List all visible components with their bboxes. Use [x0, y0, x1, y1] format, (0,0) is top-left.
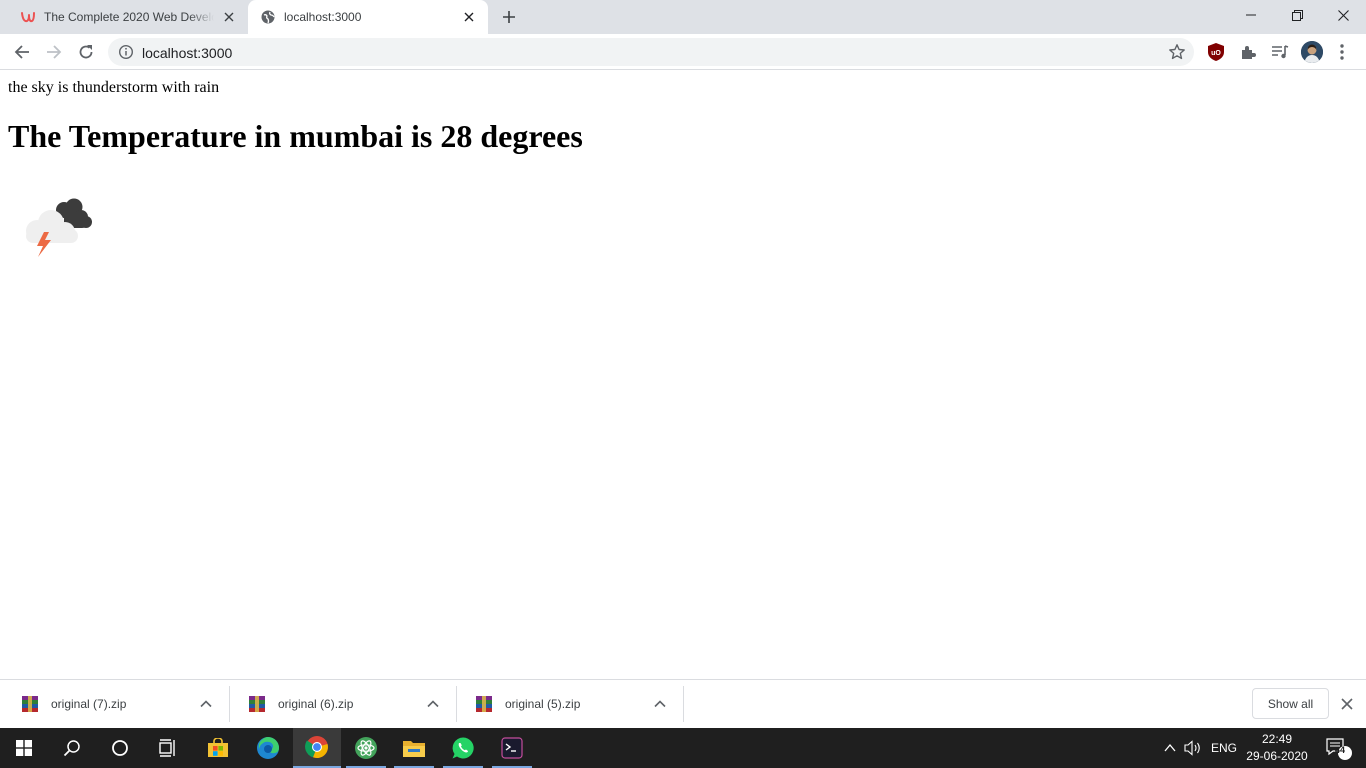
back-button[interactable]: [7, 37, 37, 67]
address-bar[interactable]: localhost:3000: [108, 38, 1194, 66]
chevron-up-icon[interactable]: [653, 697, 667, 711]
minimize-window-button[interactable]: [1228, 0, 1274, 30]
tab-title: The Complete 2020 Web Developer: [44, 10, 214, 24]
file-explorer-icon[interactable]: [390, 728, 438, 768]
show-hidden-icons-chevron-icon[interactable]: [1160, 728, 1180, 768]
system-clock[interactable]: 22:49 29-06-2020: [1244, 731, 1310, 765]
ublock-origin-icon[interactable]: uO: [1206, 42, 1226, 62]
close-tab-icon[interactable]: [220, 8, 238, 26]
task-view-icon[interactable]: [144, 728, 192, 768]
windows-start-icon[interactable]: [0, 728, 48, 768]
winrar-archive-icon: [248, 695, 266, 713]
close-window-button[interactable]: [1320, 0, 1366, 30]
cortana-icon[interactable]: [96, 728, 144, 768]
clock-date: 29-06-2020: [1246, 749, 1308, 763]
winrar-archive-icon: [21, 695, 39, 713]
tab-strip: The Complete 2020 Web Developer localhos…: [0, 0, 1366, 34]
browser-menu-icon[interactable]: [1336, 42, 1348, 62]
close-tab-icon[interactable]: [460, 8, 478, 26]
terminal-icon[interactable]: [488, 728, 536, 768]
chevron-up-icon[interactable]: [426, 697, 440, 711]
restore-window-button[interactable]: [1274, 0, 1320, 30]
media-controls-icon[interactable]: [1270, 42, 1290, 62]
temperature-heading: The Temperature in mumbai is 28 degrees: [8, 118, 583, 154]
close-download-shelf-icon[interactable]: [1339, 696, 1355, 712]
reload-button[interactable]: [71, 37, 101, 67]
extensions-puzzle-icon[interactable]: [1238, 42, 1258, 62]
action-center-icon[interactable]: 44: [1318, 728, 1358, 768]
windows-taskbar: ENG 22:49 29-06-2020 44: [0, 728, 1366, 768]
address-bar-url[interactable]: localhost:3000: [142, 45, 232, 61]
download-filename: original (6).zip: [278, 697, 354, 711]
site-info-icon[interactable]: [118, 44, 134, 60]
profile-avatar[interactable]: [1301, 41, 1323, 63]
whatsapp-icon[interactable]: [439, 728, 487, 768]
tab-localhost[interactable]: localhost:3000: [248, 0, 488, 34]
notification-count-badge: 44: [1334, 745, 1345, 755]
new-tab-button[interactable]: [498, 7, 520, 27]
thunderstorm-cloud-icon: [20, 195, 100, 261]
svg-text:uO: uO: [1211, 50, 1221, 57]
search-icon[interactable]: [48, 728, 96, 768]
page-content: the sky is thunderstorm with rain The Te…: [0, 71, 1366, 679]
show-all-downloads-button[interactable]: Show all: [1252, 688, 1329, 719]
download-filename: original (7).zip: [51, 697, 127, 711]
tab-udemy[interactable]: The Complete 2020 Web Developer: [0, 0, 248, 34]
download-item[interactable]: original (5).zip: [457, 686, 684, 722]
volume-icon[interactable]: [1183, 728, 1205, 768]
language-indicator[interactable]: ENG: [1208, 728, 1240, 768]
download-filename: original (5).zip: [505, 697, 581, 711]
download-item[interactable]: original (7).zip: [3, 686, 230, 722]
forward-button[interactable]: [39, 37, 69, 67]
weather-description: the sky is thunderstorm with rain: [8, 79, 220, 96]
tab-title: localhost:3000: [284, 10, 362, 24]
chevron-up-icon[interactable]: [199, 697, 213, 711]
globe-icon: [260, 9, 276, 25]
store-icon[interactable]: [194, 728, 242, 768]
atom-icon[interactable]: [342, 728, 390, 768]
edge-icon[interactable]: [244, 728, 292, 768]
download-item[interactable]: original (6).zip: [230, 686, 457, 722]
download-shelf: original (7).zip original (6).zip origin…: [0, 679, 1366, 728]
udemy-icon: [20, 9, 36, 25]
winrar-archive-icon: [475, 695, 493, 713]
clock-time: 22:49: [1261, 732, 1293, 746]
chrome-icon[interactable]: [293, 728, 341, 768]
bookmark-star-icon[interactable]: [1168, 43, 1186, 61]
browser-toolbar: localhost:3000 uO: [0, 34, 1366, 70]
